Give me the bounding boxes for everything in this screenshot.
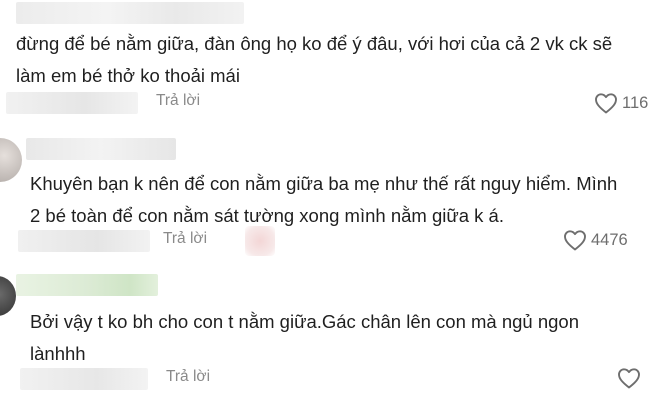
blurred-sticker bbox=[245, 226, 275, 256]
comment-text: Bởi vậy t ko bh cho con t nằm giữa.Gác c… bbox=[30, 311, 580, 364]
heart-outline-icon bbox=[618, 368, 640, 389]
like-button[interactable]: 116 bbox=[594, 92, 648, 114]
blurred-comment-meta bbox=[20, 368, 148, 390]
reply-button[interactable]: Trả lời bbox=[166, 368, 210, 386]
blurred-username bbox=[16, 274, 158, 296]
comment-item: đừng để bé nằm giữa, đàn ông họ ko để ý … bbox=[0, 0, 650, 122]
avatar[interactable] bbox=[0, 276, 16, 316]
like-button[interactable]: 4476 bbox=[563, 229, 628, 251]
blurred-username bbox=[16, 2, 244, 24]
comment-text: Khuyên bạn k nên để con nằm giữa ba mẹ n… bbox=[30, 173, 618, 226]
like-button[interactable] bbox=[617, 367, 645, 389]
blurred-comment-meta bbox=[6, 92, 138, 114]
heart-outline-icon bbox=[595, 93, 617, 114]
blurred-comment-meta bbox=[18, 230, 150, 252]
reply-button[interactable]: Trả lời bbox=[163, 230, 207, 248]
like-count: 4476 bbox=[591, 230, 628, 249]
reply-button[interactable]: Trả lời bbox=[156, 92, 200, 110]
comment-text: đừng để bé nằm giữa, đàn ông họ ko để ý … bbox=[16, 33, 613, 86]
avatar[interactable] bbox=[0, 138, 22, 182]
like-count: 116 bbox=[622, 93, 649, 112]
blurred-username bbox=[26, 138, 176, 160]
heart-outline-icon bbox=[564, 230, 586, 251]
